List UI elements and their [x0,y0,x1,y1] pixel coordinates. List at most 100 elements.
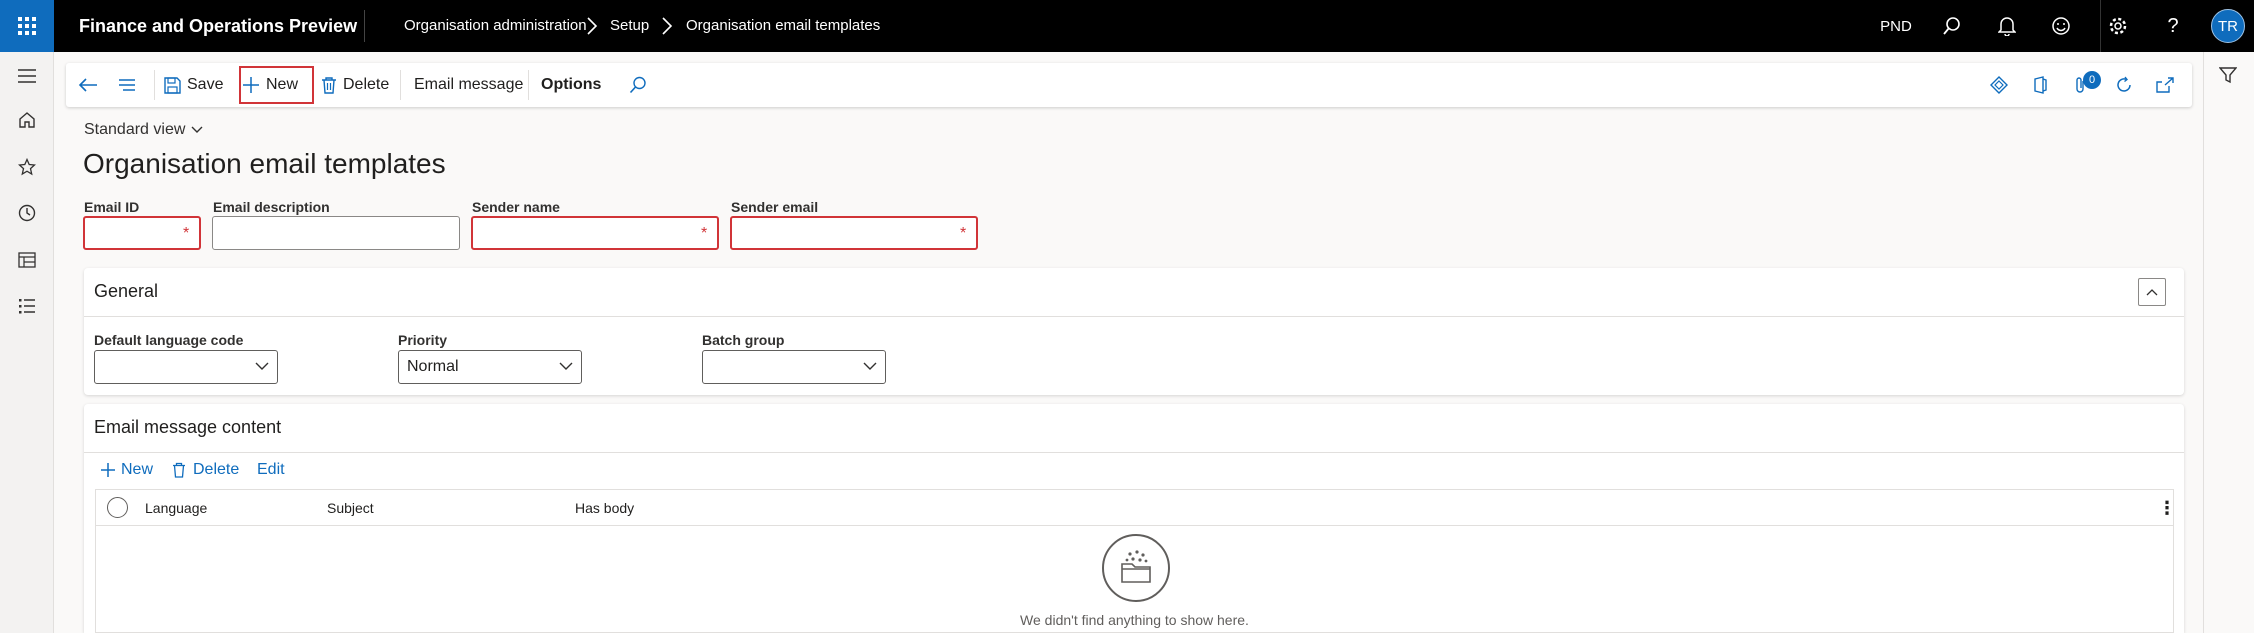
content-delete-label: Delete [193,461,240,478]
required-indicator: * [183,225,190,242]
default-language-code-dropdown[interactable] [94,350,278,384]
chevron-right-icon [587,17,598,35]
app-title[interactable]: Finance and Operations Preview [79,0,357,52]
content-edit-button[interactable]: Edit [257,458,285,482]
view-selector[interactable]: Standard view [84,121,203,139]
action-pane: Save New Delete Email message Options [66,63,2192,107]
office-button[interactable] [2032,63,2048,107]
notifications-button[interactable] [1991,0,2023,52]
general-section-title[interactable]: General [94,281,158,302]
sender-name-label: Sender name [472,199,560,215]
navigation-pane [0,52,54,633]
column-header-language[interactable]: Language [145,490,207,526]
column-header-subject[interactable]: Subject [327,490,374,526]
action-search-button[interactable] [629,63,647,107]
chevron-down-icon [255,362,269,370]
help-icon: ? [2167,14,2179,37]
help-button[interactable]: ? [2157,0,2189,52]
feedback-button[interactable] [2045,0,2077,52]
chevron-down-icon [863,362,877,370]
chevron-right-icon [662,17,673,35]
nav-modules[interactable] [15,294,39,318]
action-separator [528,70,529,100]
priority-dropdown[interactable]: Normal [398,350,582,384]
sender-email-label: Sender email [731,199,819,215]
save-button[interactable]: Save [164,63,223,107]
bell-icon [1998,17,2016,36]
chevron-down-icon [191,126,203,133]
refresh-icon [2117,76,2131,92]
chevron-up-icon [2146,289,2158,296]
empty-state-message: We didn't find anything to show here. [1020,612,1249,628]
breadcrumb-organisation-administration[interactable]: Organisation administration [404,0,587,52]
nav-home[interactable] [15,108,39,132]
attachments-count-badge: 0 [2083,71,2101,89]
priority-label: Priority [398,332,448,348]
column-options-button[interactable]: ⋮ [2158,490,2176,526]
content-delete-button[interactable]: Delete [172,458,239,482]
app-launcher-button[interactable] [0,0,54,52]
smiley-icon [2052,17,2070,35]
sender-name-input[interactable] [471,216,719,250]
email-description-input[interactable] [212,216,460,250]
page-menu-button[interactable] [118,63,136,107]
nav-menu-button[interactable] [15,64,39,88]
settings-button[interactable] [2100,0,2134,52]
action-separator [154,70,155,100]
right-pane [2203,52,2254,633]
home-icon [19,112,35,128]
priority-value: Normal [407,358,459,375]
section-divider [84,452,2184,453]
pop-out-icon [2156,77,2174,93]
search-button[interactable] [1936,0,1968,52]
collapse-general-button[interactable] [2138,278,2166,306]
delete-button[interactable]: Delete [321,63,389,107]
workspace-icon [18,252,36,268]
page-title: Organisation email templates [83,148,446,179]
tab-email-message[interactable]: Email message [414,63,523,107]
power-apps-button[interactable] [1990,63,2008,107]
select-all-radio[interactable] [107,497,128,518]
nav-recent[interactable] [15,201,39,225]
office-icon [2034,76,2047,94]
nav-favorites[interactable] [15,155,39,179]
gear-icon [2109,17,2126,35]
email-message-content-title[interactable]: Email message content [94,417,281,438]
save-icon [164,76,181,94]
save-label: Save [187,76,224,93]
breadcrumb-current-page: Organisation email templates [686,17,881,34]
content-new-label: New [121,461,154,478]
open-new-window-button[interactable] [2156,63,2174,107]
refresh-button[interactable] [2115,63,2133,107]
user-avatar[interactable]: TR [2211,9,2245,43]
new-button-highlight [239,66,314,104]
plus-icon [101,463,115,477]
action-separator [400,70,401,100]
sender-email-input[interactable] [730,216,978,250]
email-description-label: Email description [213,199,330,215]
company-picker[interactable]: PND [1868,0,1924,52]
grid-header-row: Language Subject Has body ⋮ [96,490,2176,526]
email-id-label: Email ID [84,199,140,215]
breadcrumb-setup[interactable]: Setup [610,0,649,52]
waffle-icon [18,17,36,35]
star-icon [18,158,36,176]
trash-icon [322,77,336,94]
trash-icon [173,462,185,478]
back-button[interactable] [78,63,98,107]
content-new-button[interactable]: New [100,458,153,482]
tab-options[interactable]: Options [541,63,601,107]
list-icon [19,299,35,314]
section-divider [84,316,2184,317]
hamburger-icon [18,69,36,83]
diamond-icon [1990,76,2008,94]
default-language-code-label: Default language code [94,332,244,348]
filter-button[interactable] [2218,66,2238,89]
more-vertical-icon: ⋮ [2158,498,2176,518]
batch-group-dropdown[interactable] [702,350,886,384]
required-indicator: * [960,225,967,242]
arrow-left-icon [78,78,97,92]
nav-workspaces[interactable] [15,248,39,272]
column-header-has-body[interactable]: Has body [575,490,634,526]
delete-label: Delete [343,76,390,93]
